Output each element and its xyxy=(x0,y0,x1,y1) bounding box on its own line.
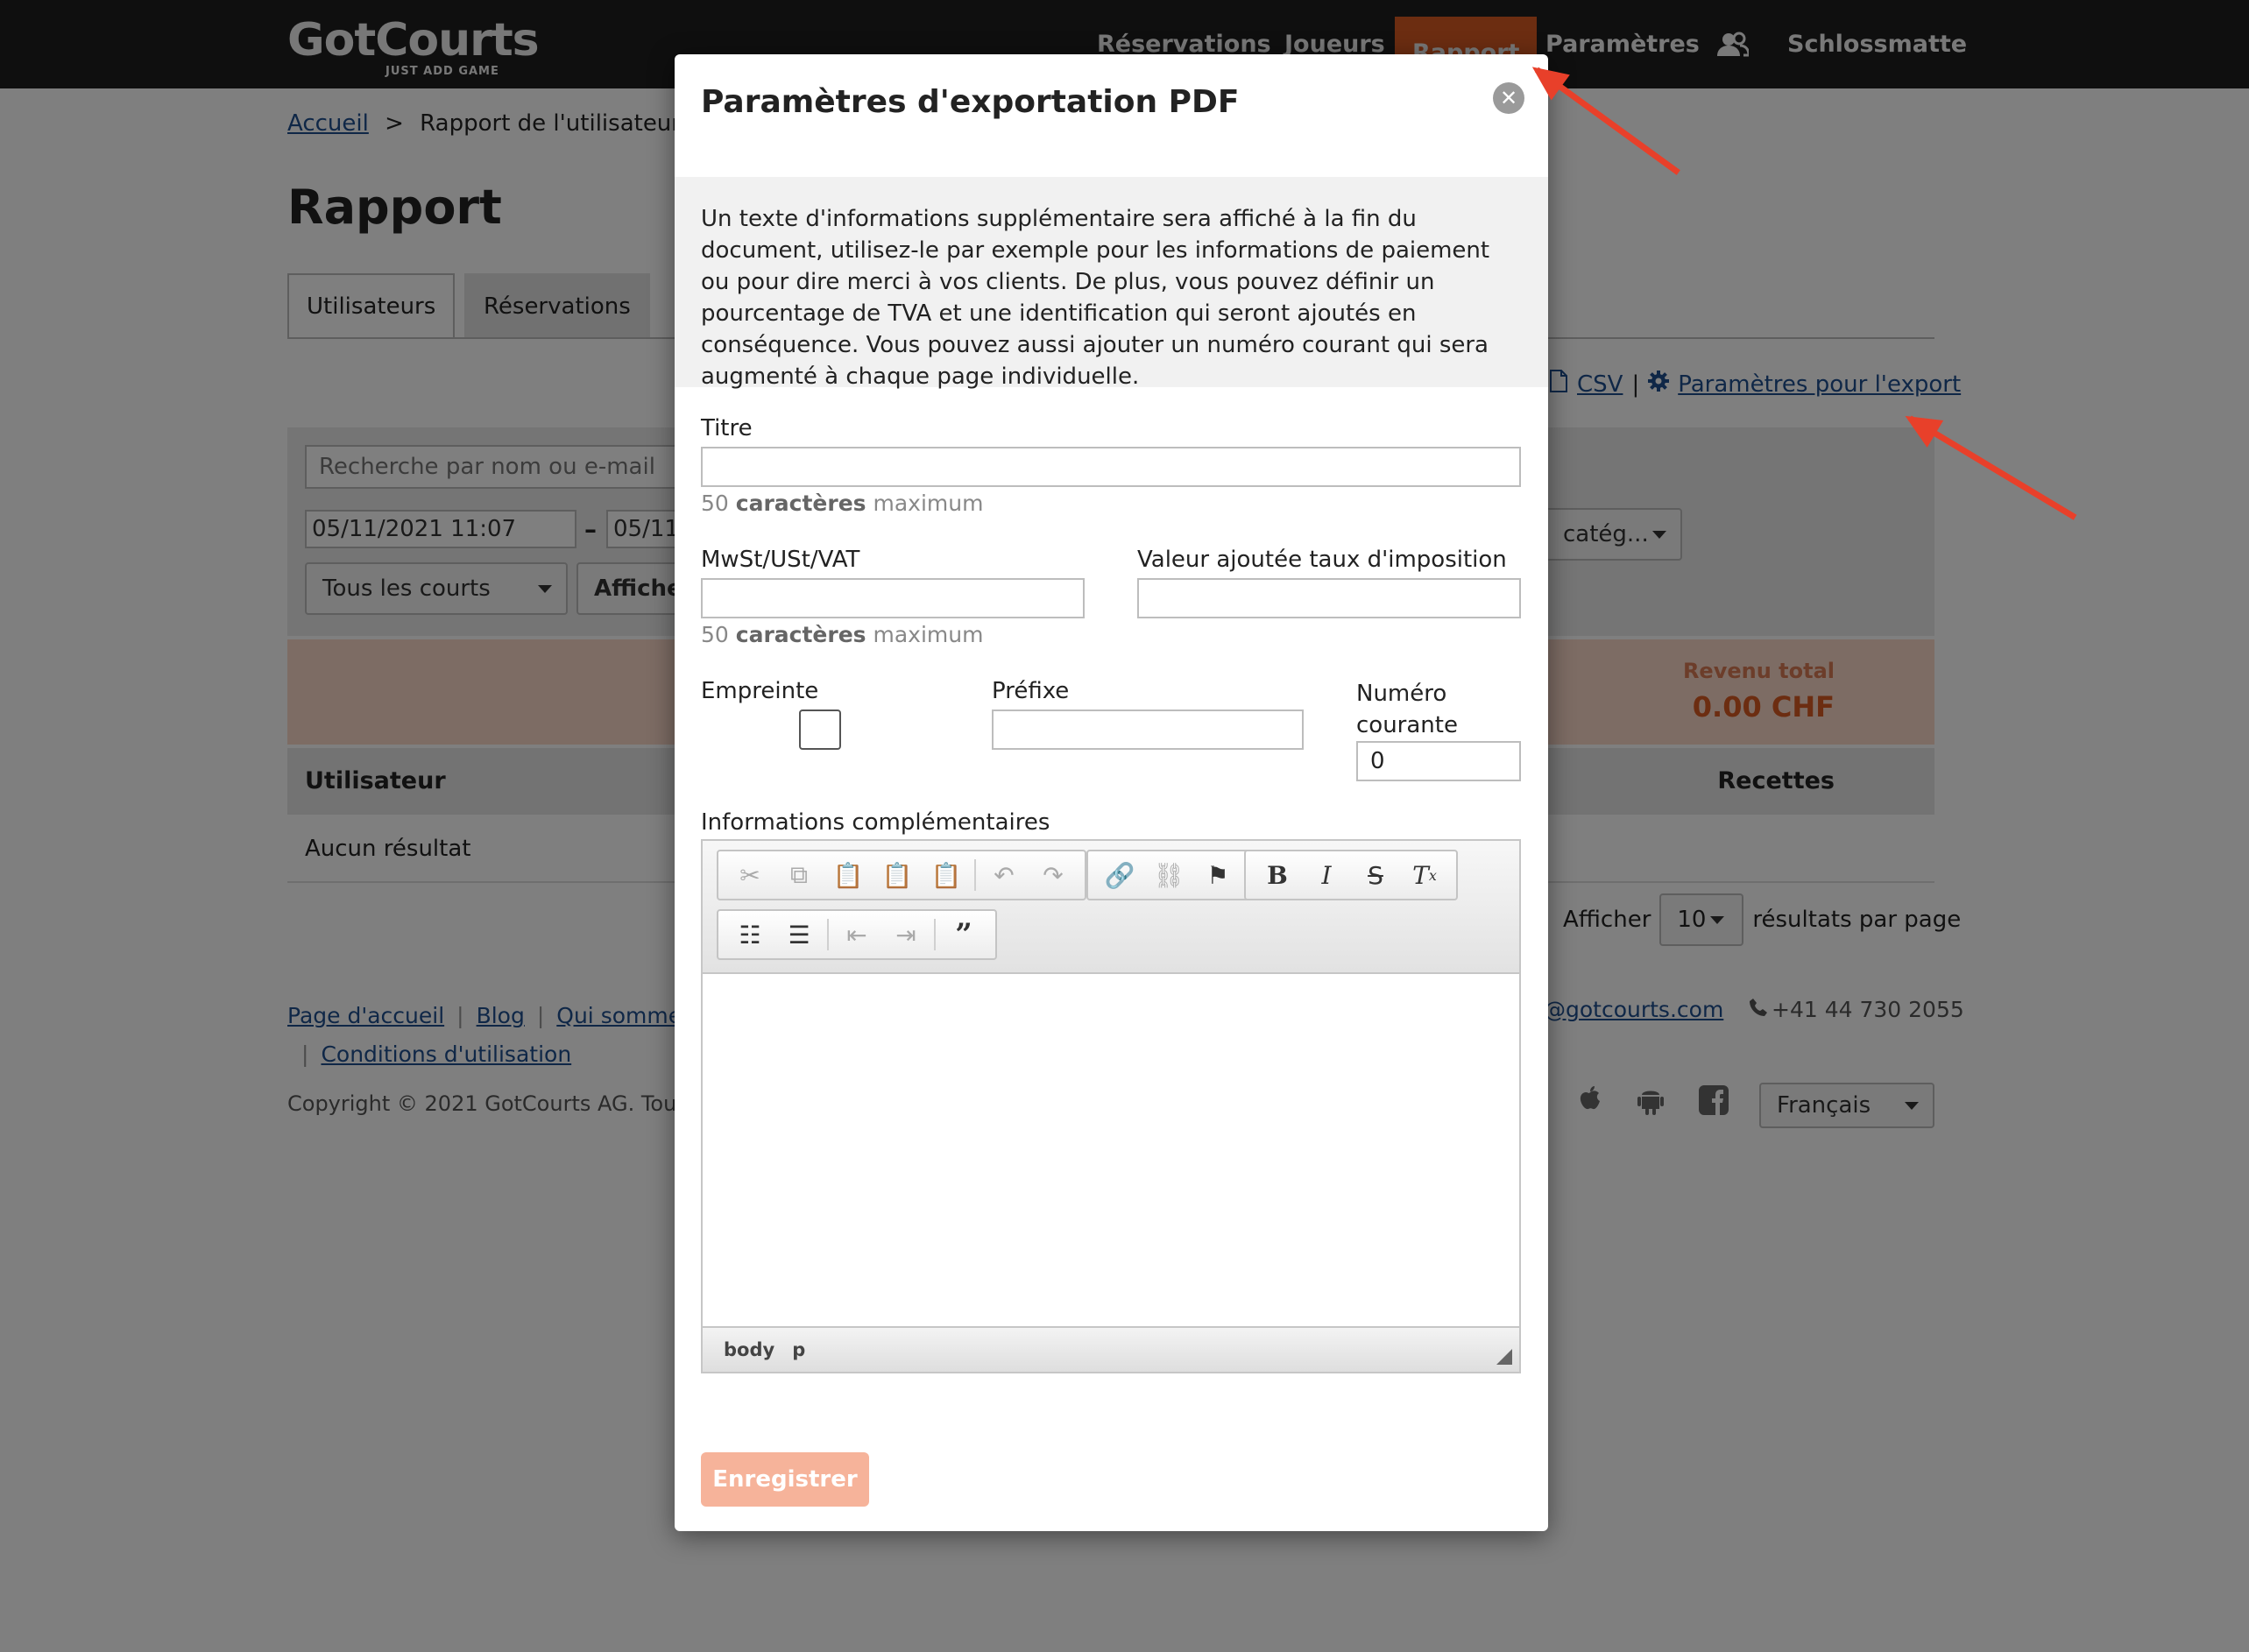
hint-suffix: maximum xyxy=(873,622,984,647)
tax-rate-input[interactable] xyxy=(1137,578,1521,618)
status-path-body[interactable]: body xyxy=(724,1339,774,1360)
link-group: 🔗 ⛓ ⚑ xyxy=(1086,850,1251,900)
editor-content-area[interactable] xyxy=(703,974,1519,1326)
title-input[interactable] xyxy=(701,447,1521,487)
editor-toolbar: ✂ ⧉ 📋 📋 📋 ↶ ↷ 🔗 ⛓ ⚑ B I S Tx ☷ ☰ ⇤ ⇥ ” xyxy=(703,841,1519,974)
strikethrough-icon[interactable]: S xyxy=(1351,855,1400,895)
copy-icon[interactable]: ⧉ xyxy=(774,855,824,895)
running-number-label: Numéro courante xyxy=(1356,678,1458,741)
title-label: Titre xyxy=(701,415,753,441)
running-number-input[interactable]: 0 xyxy=(1356,741,1521,781)
toolbar-separator xyxy=(827,919,829,950)
bulleted-list-icon[interactable]: ☰ xyxy=(774,914,824,955)
toolbar-separator xyxy=(934,919,936,950)
indent-icon[interactable]: ⇥ xyxy=(881,914,930,955)
close-icon[interactable]: ✕ xyxy=(1493,82,1524,114)
status-path-p[interactable]: p xyxy=(792,1339,805,1360)
title-hint: 50 caractères maximum xyxy=(701,491,983,516)
imprint-checkbox[interactable] xyxy=(799,710,841,750)
imprint-label: Empreinte xyxy=(701,678,819,704)
save-button[interactable]: Enregistrer xyxy=(701,1452,869,1507)
resize-handle-icon[interactable] xyxy=(1496,1349,1512,1365)
paragraph-group: ☷ ☰ ⇤ ⇥ ” xyxy=(717,909,997,960)
hint-count: 50 xyxy=(701,622,729,647)
outdent-icon[interactable]: ⇤ xyxy=(832,914,881,955)
unlink-icon[interactable]: ⛓ xyxy=(1144,855,1193,895)
italic-icon[interactable]: I xyxy=(1302,855,1351,895)
format-group: B I S Tx xyxy=(1244,850,1458,900)
paste-icon[interactable]: 📋 xyxy=(824,855,873,895)
paste-word-icon[interactable]: 📋 xyxy=(922,855,971,895)
vat-input[interactable] xyxy=(701,578,1085,618)
paste-text-icon[interactable]: 📋 xyxy=(873,855,922,895)
toolbar-separator xyxy=(974,859,976,891)
vat-label: MwSt/USt/VAT xyxy=(701,547,860,573)
link-icon[interactable]: 🔗 xyxy=(1095,855,1144,895)
hint-bold: caractères xyxy=(735,491,866,516)
clipboard-group: ✂ ⧉ 📋 📋 📋 ↶ ↷ xyxy=(717,850,1086,900)
editor-status-bar: body p xyxy=(703,1326,1519,1372)
running-label-line1: Numéro xyxy=(1356,681,1447,707)
undo-icon[interactable]: ↶ xyxy=(980,855,1029,895)
bold-icon[interactable]: B xyxy=(1253,855,1302,895)
rich-text-editor: ✂ ⧉ 📋 📋 📋 ↶ ↷ 🔗 ⛓ ⚑ B I S Tx ☷ ☰ ⇤ ⇥ ” b… xyxy=(701,839,1521,1373)
pdf-export-settings-dialog: Paramètres d'exportation PDF ✕ Un texte … xyxy=(675,54,1548,1531)
hint-suffix: maximum xyxy=(873,491,984,516)
blockquote-icon[interactable]: ” xyxy=(939,914,988,955)
numbered-list-icon[interactable]: ☷ xyxy=(725,914,774,955)
remove-format-icon[interactable]: Tx xyxy=(1400,855,1449,895)
cut-icon[interactable]: ✂ xyxy=(725,855,774,895)
hint-bold: caractères xyxy=(735,622,866,647)
hint-count: 50 xyxy=(701,491,729,516)
tax-rate-label: Valeur ajoutée taux d'imposition xyxy=(1137,547,1507,573)
modal-title: Paramètres d'exportation PDF xyxy=(701,84,1240,120)
prefix-input[interactable] xyxy=(992,710,1304,750)
vat-hint: 50 caractères maximum xyxy=(701,622,983,647)
redo-icon[interactable]: ↷ xyxy=(1029,855,1078,895)
prefix-label: Préfixe xyxy=(992,678,1070,704)
modal-info-text: Un texte d'informations supplémentaire s… xyxy=(675,177,1548,390)
running-label-line2: courante xyxy=(1356,712,1458,738)
anchor-flag-icon[interactable]: ⚑ xyxy=(1193,855,1242,895)
extra-info-label: Informations complémentaires xyxy=(701,809,1050,836)
